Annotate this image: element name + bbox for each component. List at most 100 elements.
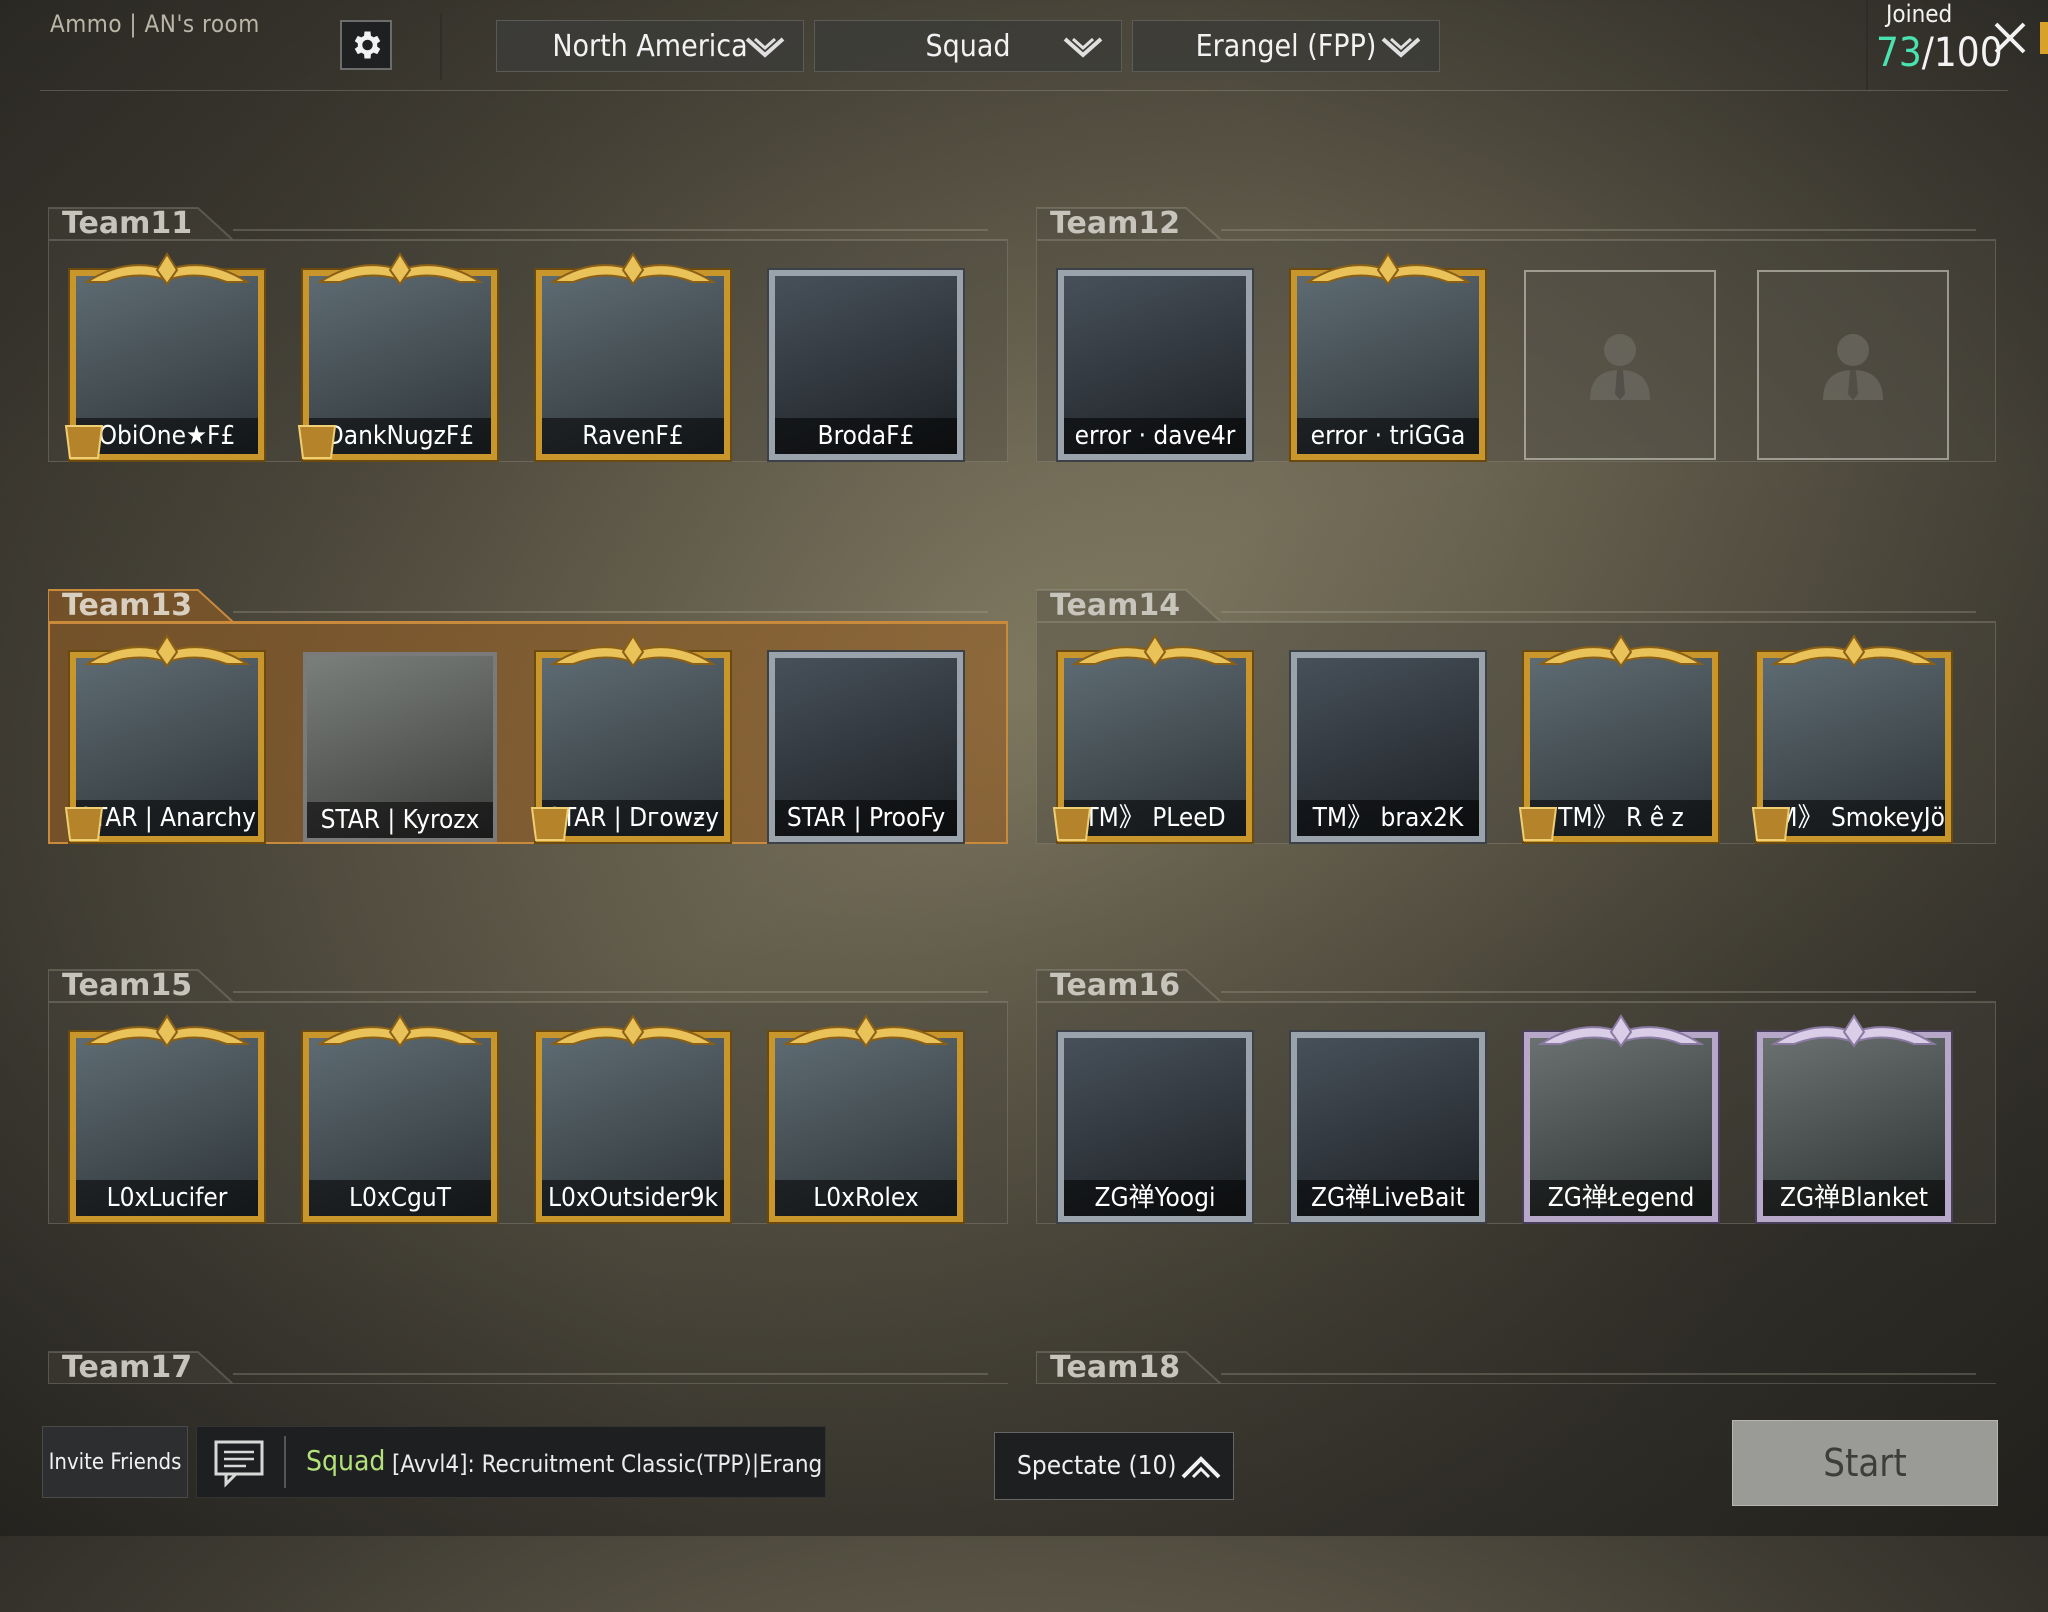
player-slot[interactable]: ZG禅Łegend xyxy=(1516,1014,1726,1224)
player-slot[interactable]: L0xLucifer xyxy=(62,1014,272,1224)
player-slot[interactable]: ObiOne★F£ xyxy=(62,252,272,462)
team-name: Team13 xyxy=(62,588,193,623)
joined-label: Joined xyxy=(1886,0,1953,28)
player-slot[interactable]: L0xRolex xyxy=(761,1014,971,1224)
frame-crest-icon xyxy=(83,1014,251,1048)
player-slot[interactable]: STAR | Kyrozx xyxy=(295,634,505,844)
season-badge-icon xyxy=(64,425,104,459)
chat-message: [Avvl4]: Recruitment Classic(TPP)|Erange… xyxy=(392,1450,822,1478)
empty-player-slot[interactable] xyxy=(1524,270,1716,460)
team-panel[interactable]: Team13 STAR | Anarchy STAR | Kyrozx STAR | … xyxy=(48,582,1008,850)
season-badge-icon xyxy=(64,807,104,841)
chat-divider xyxy=(284,1436,286,1488)
season-badge-icon xyxy=(1751,807,1791,841)
team-panel[interactable]: Team14 TM》 PLeeD TM》 brax2K TM》 R ê z TM》 Sm… xyxy=(1036,582,1996,850)
frame-crest-icon xyxy=(549,634,717,668)
team-panel[interactable]: Team12 error · dave4r error · triGGa xyxy=(1036,200,1996,468)
map-dropdown[interactable]: Erangel (FPP) xyxy=(1132,20,1440,72)
avatar-frame: L0xRolex xyxy=(769,1032,963,1222)
player-name: ZG禅Yoogi xyxy=(1064,1180,1246,1216)
player-slot[interactable]: RavenF£ xyxy=(528,252,738,462)
start-button[interactable]: Start xyxy=(1732,1420,1998,1506)
gear-icon xyxy=(354,31,381,59)
chevron-down-icon xyxy=(1063,37,1103,58)
mode-dropdown[interactable]: Squad xyxy=(814,20,1122,72)
team-name: Team16 xyxy=(1050,968,1181,1003)
player-slot[interactable]: STAR | ProoFy xyxy=(761,634,971,844)
player-slot[interactable]: ZG禅LiveBait xyxy=(1283,1014,1493,1224)
avatar-frame: L0xCguT xyxy=(303,1032,497,1222)
player-name: ZG禅Blanket xyxy=(1763,1180,1945,1216)
empty-player-icon xyxy=(1590,334,1650,400)
chat-icon[interactable] xyxy=(210,1434,268,1492)
spectate-label: Spectate (10) xyxy=(1017,1451,1177,1481)
season-badge-icon xyxy=(1518,807,1558,841)
avatar-frame: error · dave4r xyxy=(1058,270,1252,460)
region-dropdown[interactable]: North America xyxy=(496,20,804,72)
avatar-frame: STAR | Kyrozx xyxy=(303,652,497,842)
team-panel[interactable]: Team15 L0xLucifer L0xCguT L0xOutsider9k L0xR… xyxy=(48,962,1008,1230)
player-slot[interactable]: L0xCguT xyxy=(295,1014,505,1224)
avatar-frame: ZG禅Blanket xyxy=(1757,1032,1951,1222)
season-badge-icon xyxy=(1052,807,1092,841)
player-slot[interactable]: STAR | Dгоwƶy xyxy=(528,634,738,844)
frame-crest-icon xyxy=(782,1014,950,1048)
frame-crest-icon xyxy=(1071,634,1239,668)
frame-crest-icon xyxy=(316,252,484,286)
empty-player-icon xyxy=(1823,334,1883,400)
frame-crest-icon xyxy=(83,252,251,286)
player-name: error · triGGa xyxy=(1297,418,1479,454)
corner-tab xyxy=(2040,22,2048,54)
player-slot[interactable]: TM》 brax2K xyxy=(1283,634,1493,844)
player-name: STAR | Kyrozx xyxy=(307,802,493,838)
player-name: BrodaF£ xyxy=(775,418,957,454)
player-name: error · dave4r xyxy=(1064,418,1246,454)
player-name: L0xLucifer xyxy=(76,1180,258,1216)
player-name: STAR | ProoFy xyxy=(775,800,957,836)
player-slot[interactable]: L0xOutsider9k xyxy=(528,1014,738,1224)
player-slot[interactable]: TM》 SmokeyJö xyxy=(1749,634,1959,844)
spectate-button[interactable]: Spectate (10) xyxy=(994,1432,1234,1500)
invite-friends-button[interactable]: Invite Friends xyxy=(42,1426,188,1498)
player-name: L0xOutsider9k xyxy=(542,1180,724,1216)
player-slot[interactable]: TM》 R ê z xyxy=(1516,634,1726,844)
joined-divider xyxy=(1866,0,1868,90)
team-name: Team17 xyxy=(62,1350,193,1385)
header-line xyxy=(40,90,2008,91)
player-name: L0xCguT xyxy=(309,1180,491,1216)
avatar-frame: TM》 brax2K xyxy=(1291,652,1485,842)
player-slot[interactable]: error · triGGa xyxy=(1283,252,1493,462)
frame-crest-icon xyxy=(1770,1014,1938,1048)
empty-player-slot[interactable] xyxy=(1757,270,1949,460)
avatar-frame: ZG禅Yoogi xyxy=(1058,1032,1252,1222)
region-value: North America xyxy=(552,28,748,64)
team-name: Team18 xyxy=(1050,1350,1181,1385)
team-name: Team14 xyxy=(1050,588,1181,623)
frame-crest-icon xyxy=(549,1014,717,1048)
frame-crest-icon xyxy=(1537,634,1705,668)
player-slot[interactable]: ZG禅Blanket xyxy=(1749,1014,1959,1224)
joined-current: 73 xyxy=(1876,30,1922,76)
close-icon[interactable] xyxy=(1990,18,2030,58)
frame-crest-icon xyxy=(549,252,717,286)
player-slot[interactable]: ZG禅Yoogi xyxy=(1050,1014,1260,1224)
player-slot[interactable]: TM》 PLeeD xyxy=(1050,634,1260,844)
team-panel[interactable]: Team16 ZG禅Yoogi ZG禅LiveBait ZG禅Łegend ZG禅Bla… xyxy=(1036,962,1996,1230)
player-slot[interactable]: error · dave4r xyxy=(1050,252,1260,462)
avatar-frame: RavenF£ xyxy=(536,270,730,460)
frame-crest-icon xyxy=(316,1014,484,1048)
team-name: Team12 xyxy=(1050,206,1181,241)
player-slot[interactable]: STAR | Anarchy xyxy=(62,634,272,844)
header-divider xyxy=(440,14,442,80)
team-panel[interactable]: Team11 ObiOne★F£ DankNugzF£ RavenF£ BrodaF£ xyxy=(48,200,1008,468)
player-slot[interactable]: BrodaF£ xyxy=(761,252,971,462)
player-slot[interactable]: DankNugzF£ xyxy=(295,252,505,462)
map-value: Erangel (FPP) xyxy=(1195,28,1377,64)
settings-button[interactable] xyxy=(340,20,392,70)
mode-value: Squad xyxy=(925,28,1011,64)
season-badge-icon xyxy=(530,807,570,841)
avatar-frame: ZG禅Łegend xyxy=(1524,1032,1718,1222)
chat-channel[interactable]: Squad xyxy=(306,1444,385,1477)
frame-crest-icon xyxy=(1537,1014,1705,1048)
avatar-frame: ZG禅LiveBait xyxy=(1291,1032,1485,1222)
